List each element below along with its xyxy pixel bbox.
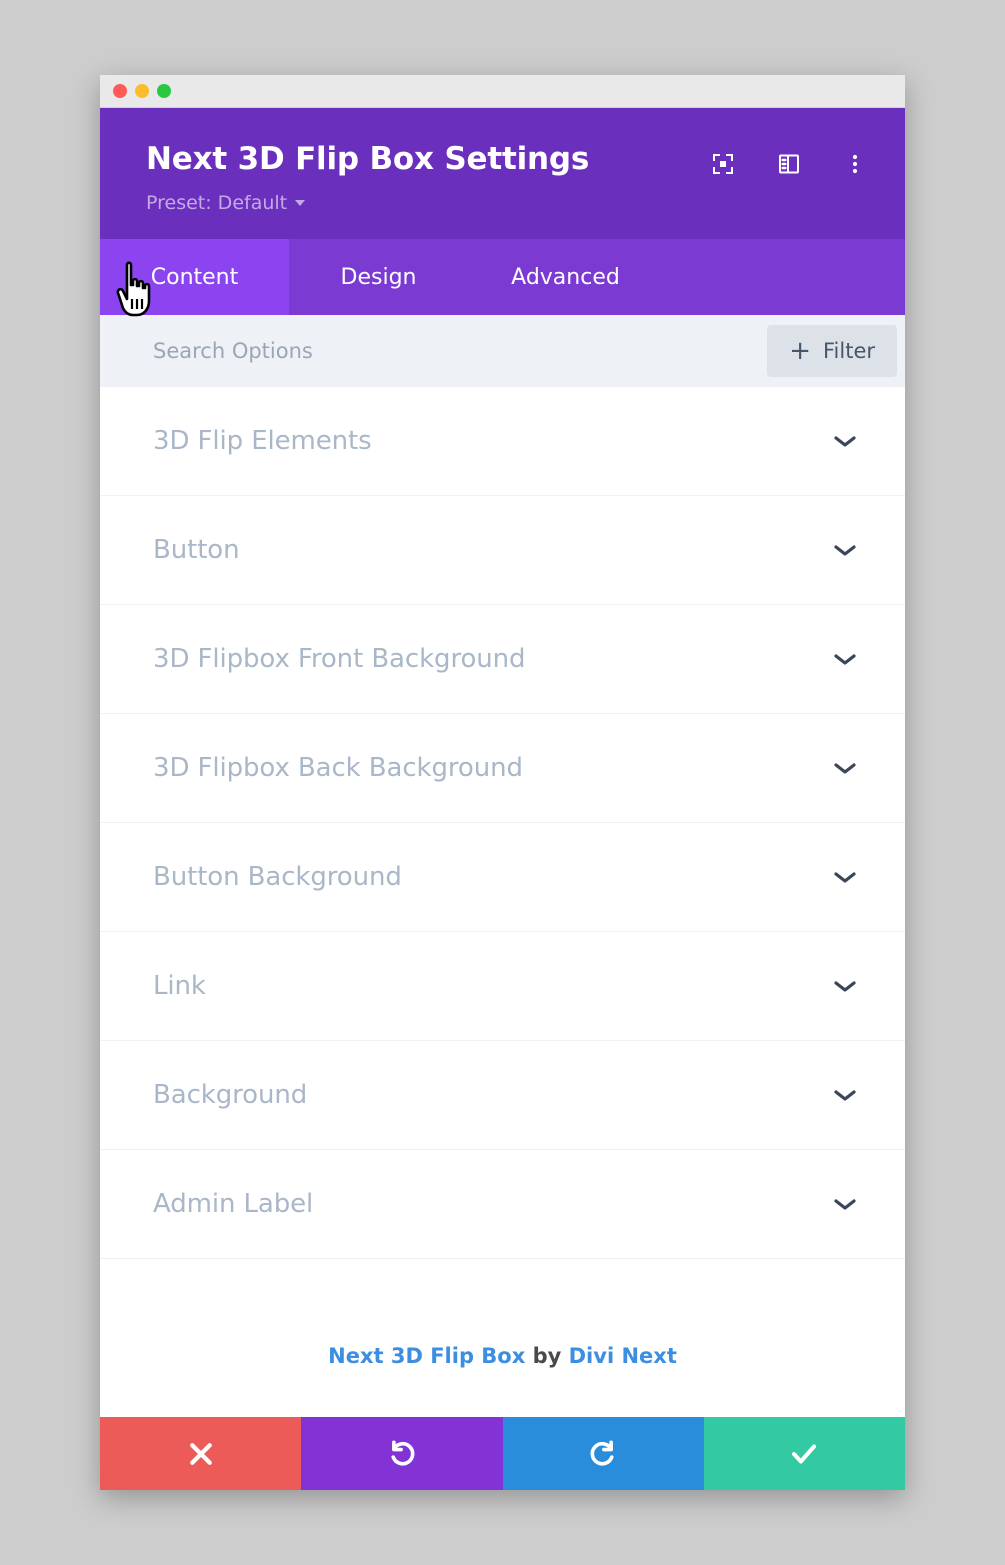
layout-panel-icon[interactable] [777, 152, 801, 176]
focus-frame-icon[interactable] [711, 152, 735, 176]
tab-advanced[interactable]: Advanced [468, 239, 663, 315]
chevron-down-icon[interactable] [832, 433, 858, 449]
chevron-down-icon[interactable] [832, 651, 858, 667]
accordion-label: Button Background [153, 862, 402, 892]
chevron-down-icon[interactable] [832, 542, 858, 558]
accordion-row-link[interactable]: Link [100, 932, 905, 1041]
content-spacer [100, 1368, 905, 1417]
accordion-label: Link [153, 971, 206, 1001]
cancel-button[interactable] [100, 1417, 302, 1490]
accordion-label: Button [153, 535, 240, 565]
preset-label: Preset: Default [146, 192, 288, 214]
header-actions [711, 152, 867, 176]
minimize-window-button[interactable] [135, 84, 149, 98]
search-bar: + Filter [100, 315, 905, 387]
modal-action-bar [100, 1417, 905, 1490]
plus-icon: + [789, 336, 811, 366]
checkmark-icon [789, 1439, 819, 1469]
credit-by-text: by [525, 1344, 569, 1368]
window-titlebar [100, 75, 905, 108]
close-x-icon [186, 1439, 216, 1469]
chevron-down-icon[interactable] [832, 1196, 858, 1212]
tab-design[interactable]: Design [289, 239, 468, 315]
filter-button[interactable]: + Filter [767, 325, 897, 377]
chevron-down-icon[interactable] [832, 978, 858, 994]
zoom-window-button[interactable] [157, 84, 171, 98]
accordion-row-button-background[interactable]: Button Background [100, 823, 905, 932]
redo-icon [588, 1439, 618, 1469]
accordion-row-background[interactable]: Background [100, 1041, 905, 1150]
vendor-link[interactable]: Divi Next [569, 1344, 677, 1368]
accordion-label: 3D Flipbox Back Background [153, 753, 523, 783]
redo-button[interactable] [502, 1417, 704, 1490]
filter-button-label: Filter [822, 339, 875, 363]
accordion-row-3d-flip-elements[interactable]: 3D Flip Elements [100, 387, 905, 496]
accordion-label: 3D Flip Elements [153, 426, 372, 456]
accordion-label: Admin Label [153, 1189, 314, 1219]
preset-selector[interactable]: Preset: Default [146, 192, 871, 214]
undo-icon [387, 1439, 417, 1469]
chevron-down-icon[interactable] [832, 869, 858, 885]
chevron-down-icon[interactable] [832, 1087, 858, 1103]
chevron-down-icon [295, 200, 306, 206]
undo-button[interactable] [301, 1417, 503, 1490]
tab-content[interactable]: Content [100, 239, 289, 315]
accordion-row-button[interactable]: Button [100, 496, 905, 605]
search-input[interactable] [153, 339, 768, 363]
module-name-link[interactable]: Next 3D Flip Box [328, 1344, 525, 1368]
module-credit: Next 3D Flip Box by Divi Next [100, 1308, 905, 1368]
modal-header: Next 3D Flip Box Settings Preset: Defaul… [100, 108, 905, 239]
accordion-row-3d-flipbox-front-background[interactable]: 3D Flipbox Front Background [100, 605, 905, 714]
accordion-row-admin-label[interactable]: Admin Label [100, 1150, 905, 1259]
accordion-label: Background [153, 1080, 308, 1110]
more-vertical-icon[interactable] [843, 152, 867, 176]
save-button[interactable] [703, 1417, 905, 1490]
options-accordion-list: 3D Flip Elements Button 3D Flipbox Front… [100, 387, 905, 1308]
close-window-button[interactable] [113, 84, 127, 98]
accordion-label: 3D Flipbox Front Background [153, 644, 526, 674]
chevron-down-icon[interactable] [832, 760, 858, 776]
accordion-row-3d-flipbox-back-background[interactable]: 3D Flipbox Back Background [100, 714, 905, 823]
tab-bar: Content Design Advanced [100, 239, 905, 317]
settings-modal-window: Next 3D Flip Box Settings Preset: Defaul… [100, 75, 905, 1490]
